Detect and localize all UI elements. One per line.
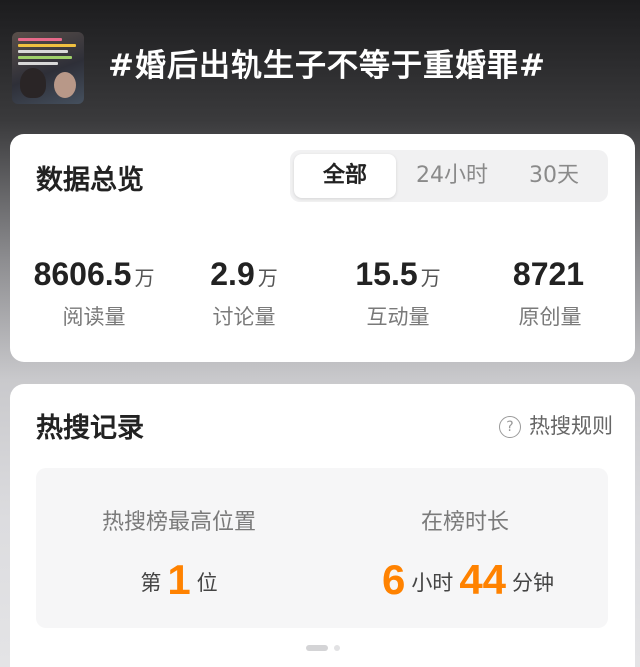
stat-interactions: 15.5 万 互动量 (328, 256, 468, 331)
stat-value: 15.5 (355, 256, 418, 292)
stat-unit: 万 (257, 266, 278, 290)
duration-minutes-unit: 分钟 (512, 571, 555, 595)
stat-label: 互动量 (366, 305, 430, 329)
duration-hours-unit: 小时 (411, 571, 454, 595)
stat-unit: 万 (134, 266, 155, 290)
stat-label: 阅读量 (62, 305, 126, 329)
time-range-tabs: 全部 24小时 30天 (290, 150, 608, 202)
hot-search-card: 热搜记录 ? 热搜规则 热搜榜最高位置 第1位 在榜时长 6 小时 44 分钟 (10, 384, 635, 667)
stat-unit: 万 (420, 266, 441, 290)
peak-suffix: 位 (196, 571, 218, 595)
topic-header: #婚后出轨生子不等于重婚罪# (0, 0, 640, 130)
stat-value: 8606.5 (33, 256, 132, 292)
rules-label: 热搜规则 (529, 414, 613, 438)
peak-value: 1 (167, 556, 191, 603)
stat-value: 2.9 (210, 256, 255, 292)
tab-all[interactable]: 全部 (294, 154, 396, 198)
question-circle-icon: ? (499, 416, 521, 438)
overview-title: 数据总览 (36, 165, 144, 196)
page-indicator-active (305, 645, 328, 651)
stat-discussions: 2.9 万 讨论量 (174, 256, 314, 331)
page-indicator (10, 636, 635, 655)
hot-search-stats-box: 热搜榜最高位置 第1位 在榜时长 6 小时 44 分钟 (36, 468, 608, 628)
stat-original: 8721 原创量 (476, 256, 624, 331)
hot-search-rules-link[interactable]: ? 热搜规则 (499, 410, 613, 440)
stat-label: 讨论量 (212, 305, 276, 329)
peak-caption: 热搜榜最高位置 (101, 510, 256, 535)
peak-prefix: 第 (140, 571, 162, 595)
stat-label: 原创量 (518, 305, 582, 329)
stat-value: 8721 (512, 256, 585, 292)
stat-reads: 8606.5 万 阅读量 (14, 256, 174, 331)
duration-hours: 6 (381, 556, 406, 603)
tab-30d[interactable]: 30天 (504, 154, 604, 198)
duration-minutes: 44 (459, 556, 507, 603)
listing-duration: 在榜时长 6 小时 44 分钟 (322, 504, 608, 604)
duration-caption: 在榜时长 (420, 510, 509, 535)
hot-search-title: 热搜记录 (36, 413, 144, 444)
tab-24h[interactable]: 24小时 (400, 154, 504, 198)
topic-title: #婚后出轨生子不等于重婚罪# (108, 48, 546, 84)
page-indicator-dot (333, 645, 340, 651)
topic-thumbnail[interactable] (12, 32, 84, 104)
peak-position: 热搜榜最高位置 第1位 (36, 504, 322, 604)
overview-card: 数据总览 全部 24小时 30天 8606.5 万 阅读量 2.9 万 讨论量 15… (10, 134, 635, 362)
